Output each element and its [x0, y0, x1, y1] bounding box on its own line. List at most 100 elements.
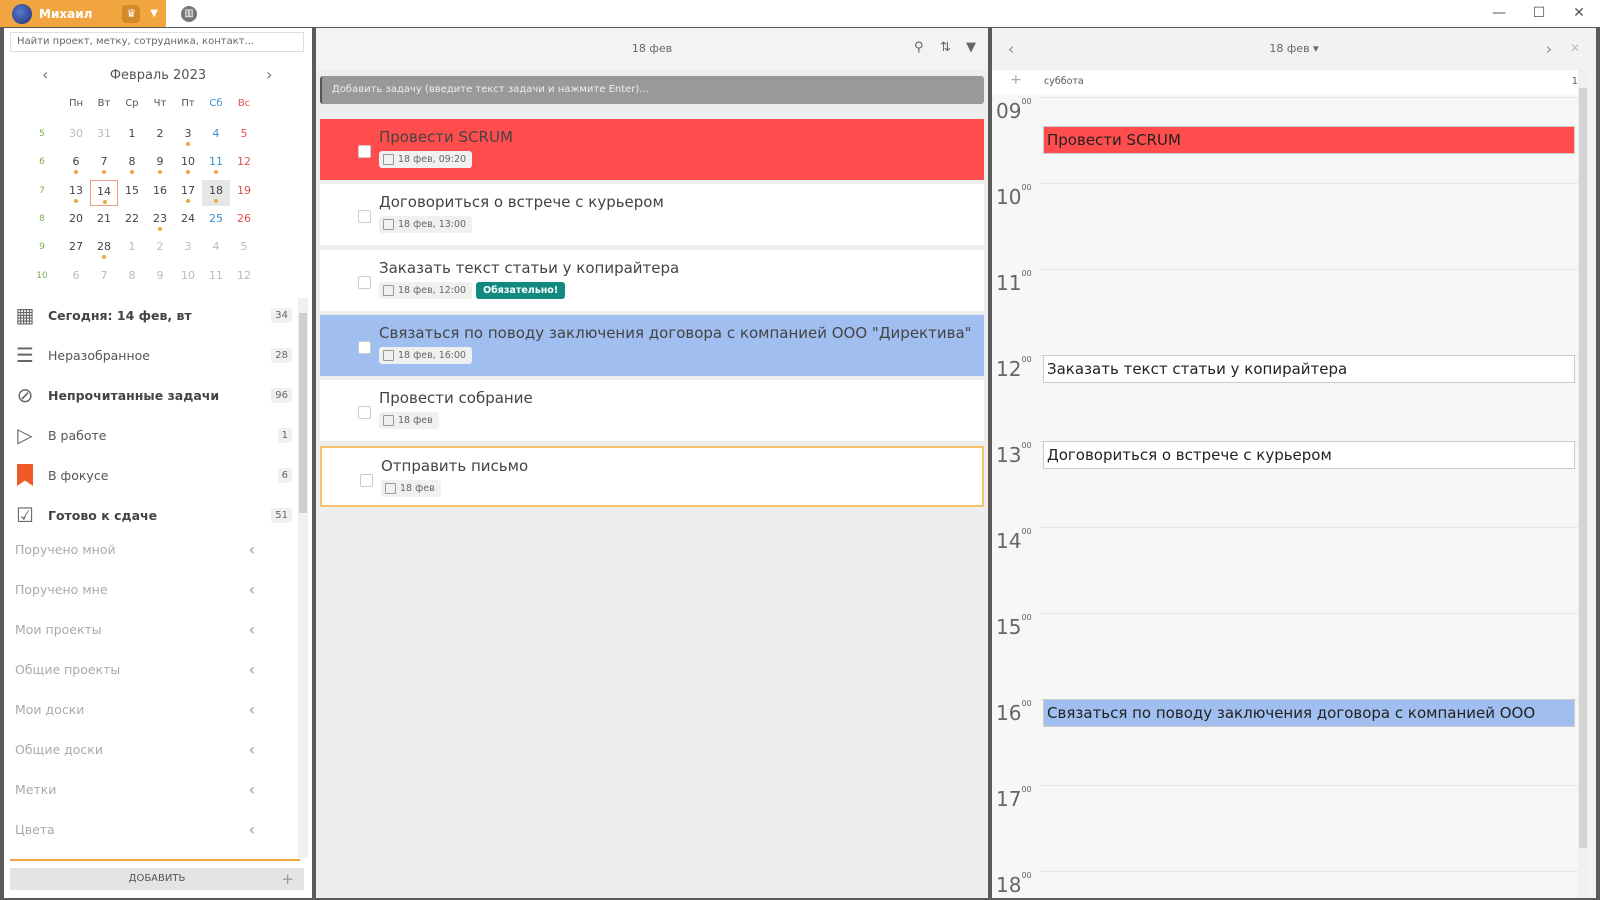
calendar-day[interactable]: 31: [90, 123, 118, 149]
calendar-day[interactable]: 2: [146, 123, 174, 149]
scrollbar-thumb[interactable]: [299, 313, 307, 513]
calendar-day[interactable]: 5: [230, 236, 258, 262]
calendar-event[interactable]: Связаться по поводу заключения договора …: [1043, 699, 1575, 727]
sidebar-group[interactable]: Поручено мной ‹: [15, 537, 255, 561]
task-row[interactable]: Отправить письмо 18 фев: [320, 445, 984, 507]
task-row[interactable]: Провести собрание 18 фев: [320, 380, 984, 442]
search-icon[interactable]: ⚲: [914, 40, 924, 55]
calendar-day[interactable]: 1: [118, 236, 146, 262]
tag-badge[interactable]: Обязательно!: [476, 281, 566, 299]
sidebar-group[interactable]: Общие проекты ‹: [15, 657, 255, 681]
task-title: Заказать текст статьи у копирайтера: [379, 258, 680, 277]
calendar-day[interactable]: 4: [202, 236, 230, 262]
calendar-day[interactable]: 11: [202, 265, 230, 291]
calendar-day[interactable]: 19: [230, 180, 258, 206]
calendar-day[interactable]: 16: [146, 180, 174, 206]
calendar-day[interactable]: 8: [118, 151, 146, 177]
due-date-chip[interactable]: 18 фев, 12:00: [379, 281, 473, 299]
calendar-day[interactable]: 9: [146, 151, 174, 177]
calendar-day[interactable]: 24: [174, 208, 202, 234]
calendar-day[interactable]: 6: [62, 265, 90, 291]
due-date-chip[interactable]: 18 фев: [381, 479, 441, 497]
calendar-day[interactable]: 15: [118, 180, 146, 206]
calendar-day[interactable]: 9: [146, 265, 174, 291]
task-checkbox[interactable]: [360, 473, 373, 487]
calendar-day[interactable]: 7: [90, 265, 118, 291]
calendar-day[interactable]: 2: [146, 236, 174, 262]
calendar-day[interactable]: 26: [230, 208, 258, 234]
due-date-chip[interactable]: 18 фев, 09:20: [379, 151, 473, 168]
calendar-day[interactable]: 6: [62, 151, 90, 177]
sidebar-item[interactable]: ☑ Готово к сдаче 51: [12, 499, 292, 531]
task-row[interactable]: Связаться по поводу заключения договора …: [320, 314, 984, 376]
sidebar-group[interactable]: Цвета ‹: [15, 817, 255, 841]
close-icon[interactable]: ✕: [1570, 41, 1580, 55]
sidebar-group[interactable]: Мои доски ‹: [15, 697, 255, 721]
stats-icon[interactable]: ▥: [181, 6, 197, 22]
add-button[interactable]: ДОБАВИТЬ +: [10, 868, 304, 890]
task-checkbox[interactable]: [358, 340, 371, 354]
calendar-day[interactable]: 11: [202, 151, 230, 177]
sidebar-group[interactable]: Метки ‹: [15, 777, 255, 801]
user-menu[interactable]: Михаил ♛ ▼: [0, 0, 166, 27]
task-row[interactable]: Договориться о встрече с курьером 18 фев,…: [320, 184, 984, 246]
calendar-day[interactable]: 10: [174, 265, 202, 291]
calendar-day[interactable]: 30: [62, 123, 90, 149]
sidebar-item[interactable]: ☰ Неразобранное 28: [12, 339, 292, 371]
filter-icon[interactable]: ▼: [966, 40, 976, 55]
calendar-day[interactable]: 3: [174, 123, 202, 149]
calendar-day[interactable]: 8: [118, 265, 146, 291]
dropdown-icon[interactable]: ▼: [150, 8, 158, 19]
calendar-day[interactable]: 17: [174, 180, 202, 206]
calendar-day[interactable]: 25: [202, 208, 230, 234]
calendar-day[interactable]: 13: [62, 180, 90, 206]
calendar-day[interactable]: 3: [174, 236, 202, 262]
calendar-day[interactable]: 27: [62, 236, 90, 262]
calendar-day[interactable]: 10: [174, 151, 202, 177]
calendar-day[interactable]: 28: [90, 236, 118, 262]
close-button[interactable]: ✕: [1564, 3, 1594, 23]
calendar-day[interactable]: 4: [202, 123, 230, 149]
task-checkbox[interactable]: [358, 406, 371, 420]
calendar-day[interactable]: 21: [90, 208, 118, 234]
hour-line: [1040, 183, 1578, 184]
task-checkbox[interactable]: [358, 145, 371, 158]
day-title-dropdown[interactable]: 18 фев ▾: [992, 42, 1596, 55]
crown-icon[interactable]: ♛: [122, 4, 141, 23]
calendar-event[interactable]: Договориться о встрече с курьером: [1043, 441, 1575, 469]
calendar-day[interactable]: 1: [118, 123, 146, 149]
calendar-day[interactable]: 12: [230, 265, 258, 291]
due-date-chip[interactable]: 18 фев: [379, 412, 439, 430]
task-checkbox[interactable]: [358, 275, 371, 289]
sidebar-item[interactable]: ▦ Сегодня: 14 фев, вт 34: [12, 299, 292, 331]
task-checkbox[interactable]: [358, 210, 371, 224]
calendar-day[interactable]: 20: [62, 208, 90, 234]
calendar-event[interactable]: Заказать текст статьи у копирайтера: [1043, 355, 1575, 383]
calendar-day[interactable]: 14: [90, 179, 118, 206]
next-day-button[interactable]: ›: [1546, 40, 1552, 58]
sort-icon[interactable]: ⇅: [940, 40, 951, 55]
sidebar-group[interactable]: Мои проекты ‹: [15, 617, 255, 641]
calendar-day[interactable]: 5: [230, 123, 258, 149]
task-row[interactable]: Заказать текст статьи у копирайтера 18 фе…: [320, 249, 984, 311]
calendar-day[interactable]: 23: [146, 208, 174, 234]
calendar-day[interactable]: 7: [90, 151, 118, 177]
calendar-day[interactable]: 12: [230, 151, 258, 177]
day-timeline[interactable]: 0900 1000 1100 1200 1300 1400 1500 1600 1700 1800…: [992, 94, 1578, 898]
sidebar-item[interactable]: В фокусе 6: [12, 459, 292, 491]
minimize-button[interactable]: —: [1484, 3, 1514, 23]
sidebar-item[interactable]: ⊘ Непрочитанные задачи 96: [12, 379, 292, 411]
scrollbar-thumb[interactable]: [1579, 88, 1587, 848]
add-task-input[interactable]: Добавить задачу (введите текст задачи и …: [320, 76, 984, 104]
calendar-event[interactable]: Провести SCRUM: [1043, 125, 1575, 154]
due-date-chip[interactable]: 18 фев, 16:00: [379, 346, 473, 364]
sidebar-item[interactable]: ▷ В работе 1: [12, 419, 292, 451]
calendar-day[interactable]: 18: [202, 179, 230, 206]
sidebar-group[interactable]: Общие доски ‹: [15, 737, 255, 761]
task-row[interactable]: Провести SCRUM 18 фев, 09:20: [320, 119, 984, 180]
maximize-button[interactable]: ☐: [1524, 3, 1554, 23]
due-date-chip[interactable]: 18 фев, 13:00: [379, 216, 473, 234]
calendar-day[interactable]: 22: [118, 208, 146, 234]
sidebar-group[interactable]: Поручено мне ‹: [15, 577, 255, 601]
add-event-icon[interactable]: +: [1010, 72, 1022, 88]
